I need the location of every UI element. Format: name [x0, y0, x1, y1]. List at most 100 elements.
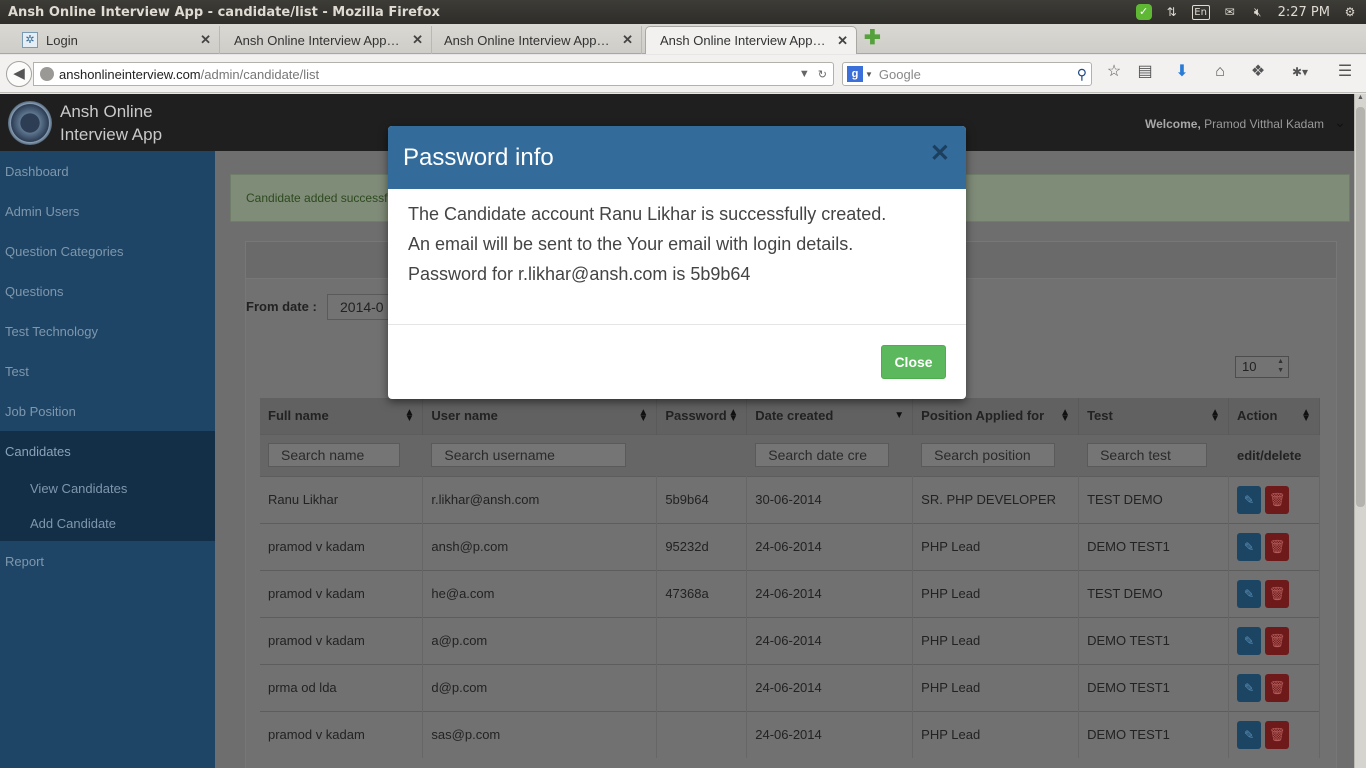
search-date-input[interactable]: Search date cre	[755, 443, 890, 467]
edit-icon[interactable]: ✎	[1237, 720, 1261, 749]
from-date-label: From date :	[246, 299, 317, 314]
search-position-input[interactable]: Search position	[921, 443, 1056, 467]
search-magnifier-icon[interactable]: ⚲	[1077, 66, 1087, 83]
page-size-stepper[interactable]: 10 ▲ ▼	[1235, 356, 1289, 378]
cell-actions: ✎ 🗑︎	[1228, 522, 1320, 570]
chevron-down-icon[interactable]: ⌄	[1334, 114, 1346, 131]
scroll-up-icon[interactable]: ▲	[1355, 94, 1366, 106]
close-icon[interactable]: ✕	[930, 142, 950, 166]
cell-date-created: 24-06-2014	[746, 522, 914, 570]
search-username-input[interactable]: Search username	[431, 443, 627, 467]
cell-actions: ✎ 🗑︎	[1228, 616, 1320, 664]
search-name-input[interactable]: Search name	[268, 443, 400, 467]
trash-icon[interactable]: 🗑︎	[1265, 673, 1289, 702]
tab-app-active[interactable]: Ansh Online Interview App -... ✕	[645, 26, 857, 54]
cell-test: DEMO TEST1	[1078, 710, 1229, 758]
new-tab-plus-icon[interactable]: ✚	[864, 28, 881, 48]
column-header-action[interactable]: Action ▲ ▼	[1228, 398, 1320, 434]
cell-full-name: Ranu Likhar	[260, 475, 424, 523]
close-button[interactable]: Close	[881, 345, 946, 379]
back-arrow-icon[interactable]: ◀	[6, 61, 32, 87]
trash-icon[interactable]: 🗑︎	[1265, 720, 1289, 749]
sidebar-item-questions[interactable]: Questions	[0, 271, 215, 311]
bookmark-star-icon[interactable]: ☆	[1104, 62, 1124, 82]
cell-user-name: d@p.com	[422, 663, 658, 711]
sidebar-subitem-add-candidate[interactable]: Add Candidate	[0, 506, 215, 541]
brand[interactable]: Ansh Online Interview App	[0, 94, 215, 151]
edit-icon[interactable]: ✎	[1237, 485, 1261, 514]
column-header-position[interactable]: Position Applied for ▲ ▼	[912, 398, 1080, 434]
menu-hamburger-icon[interactable]: ☰	[1335, 62, 1355, 82]
sort-arrows-icon[interactable]: ▲ ▼	[1060, 408, 1070, 424]
sidebar-item-job-position[interactable]: Job Position	[0, 391, 215, 431]
sort-arrows-icon[interactable]: ▲ ▼	[638, 408, 648, 424]
welcome-label: Welcome,	[1145, 117, 1201, 131]
browser-nav-toolbar: ◀ anshonlineinterview.com/admin/candidat…	[0, 55, 1366, 93]
trash-icon[interactable]: 🗑︎	[1265, 579, 1289, 608]
volume-muted-icon[interactable]: 🔇︎	[1250, 4, 1266, 20]
addons-icon[interactable]: ❖	[1248, 62, 1268, 82]
edit-icon[interactable]: ✎	[1237, 532, 1261, 561]
cell-user-name: a@p.com	[422, 616, 658, 664]
close-tab-icon[interactable]: ✕	[200, 32, 211, 48]
edit-icon[interactable]: ✎	[1237, 673, 1261, 702]
cell-user-name: he@a.com	[422, 569, 658, 617]
close-tab-icon[interactable]: ✕	[837, 33, 848, 49]
sort-arrows-icon[interactable]: ▲ ▼	[1301, 408, 1311, 424]
cell-actions: ✎ 🗑︎	[1228, 569, 1320, 617]
firebug-icon[interactable]: ✱▾	[1283, 62, 1317, 82]
tab-app-2[interactable]: Ansh Online Interview App -... ✕	[430, 26, 642, 54]
sort-desc-icon[interactable]: ▼	[894, 411, 904, 421]
edit-icon[interactable]: ✎	[1237, 626, 1261, 655]
brand-name: Ansh Online Interview App	[60, 100, 162, 146]
page-scrollbar[interactable]: ▲	[1354, 94, 1366, 768]
from-date-input[interactable]: 2014-0	[327, 294, 397, 320]
sort-arrows-icon[interactable]: ▲ ▼	[728, 408, 738, 424]
network-arrows-icon[interactable]: ⇅	[1164, 4, 1180, 20]
cell-test: DEMO TEST1	[1078, 663, 1229, 711]
sidebar-item-question-categories[interactable]: Question Categories	[0, 231, 215, 271]
sidebar-item-report[interactable]: Report	[0, 541, 215, 581]
keyboard-layout-indicator[interactable]: En	[1191, 4, 1210, 20]
update-check-icon[interactable]: ✓	[1135, 4, 1152, 20]
sidebar-item-test[interactable]: Test	[0, 351, 215, 391]
sidebar-item-admin-users[interactable]: Admin Users	[0, 191, 215, 231]
download-arrow-icon[interactable]: ⬇	[1172, 62, 1192, 82]
google-engine-icon[interactable]: g	[847, 66, 863, 82]
tab-app-1[interactable]: Ansh Online Interview App -... ✕	[220, 26, 432, 54]
sidebar-subitem-view-candidates[interactable]: View Candidates	[0, 471, 215, 506]
close-tab-icon[interactable]: ✕	[622, 32, 633, 48]
tab-login[interactable]: ✲ Login ✕	[8, 26, 220, 54]
cell-user-name: r.likhar@ansh.com	[422, 475, 658, 523]
close-tab-icon[interactable]: ✕	[412, 32, 423, 48]
sort-arrows-icon[interactable]: ▲ ▼	[405, 408, 415, 424]
search-test-input[interactable]: Search test	[1087, 443, 1208, 467]
settings-gear-icon[interactable]: ⚙	[1342, 4, 1358, 20]
column-header-test[interactable]: Test ▲ ▼	[1078, 398, 1229, 434]
sidebar-item-candidates[interactable]: Candidates	[0, 431, 215, 471]
sidebar-item-test-technology[interactable]: Test Technology	[0, 311, 215, 351]
sidebar-item-dashboard[interactable]: Dashboard	[0, 151, 215, 191]
column-header-full-name[interactable]: Full name ▲ ▼	[260, 398, 424, 434]
mail-icon[interactable]: ✉	[1222, 4, 1238, 20]
trash-icon[interactable]: 🗑︎	[1265, 626, 1289, 655]
column-header-password[interactable]: Password ▲ ▼	[656, 398, 748, 434]
reload-icon[interactable]: ↻	[818, 68, 827, 81]
clock[interactable]: 2:27 PM	[1278, 5, 1330, 20]
sort-arrows-icon[interactable]: ▲ ▼	[1210, 408, 1220, 424]
trash-icon[interactable]: 🗑︎	[1265, 532, 1289, 561]
edit-icon[interactable]: ✎	[1237, 579, 1261, 608]
engine-dropdown-icon[interactable]: ▼	[865, 70, 873, 79]
url-dropdown-icon[interactable]: ▼	[799, 68, 810, 81]
url-bar[interactable]: anshonlineinterview.com/admin/candidate/…	[33, 62, 834, 86]
search-bar[interactable]: g ▼ Google ⚲	[842, 62, 1092, 86]
site-identity-icon[interactable]	[40, 67, 54, 81]
stepper-arrows-icon[interactable]: ▲ ▼	[1277, 357, 1284, 375]
scrollbar-thumb[interactable]	[1356, 107, 1365, 507]
reading-list-icon[interactable]: ▤	[1135, 62, 1155, 82]
user-menu[interactable]: Welcome, Pramod Vitthal Kadam ⌄	[1145, 114, 1346, 131]
column-header-date-created[interactable]: Date created ▼	[746, 398, 914, 434]
trash-icon[interactable]: 🗑︎	[1265, 485, 1289, 514]
column-header-user-name[interactable]: User name ▲ ▼	[422, 398, 658, 434]
home-icon[interactable]: ⌂	[1210, 62, 1230, 82]
